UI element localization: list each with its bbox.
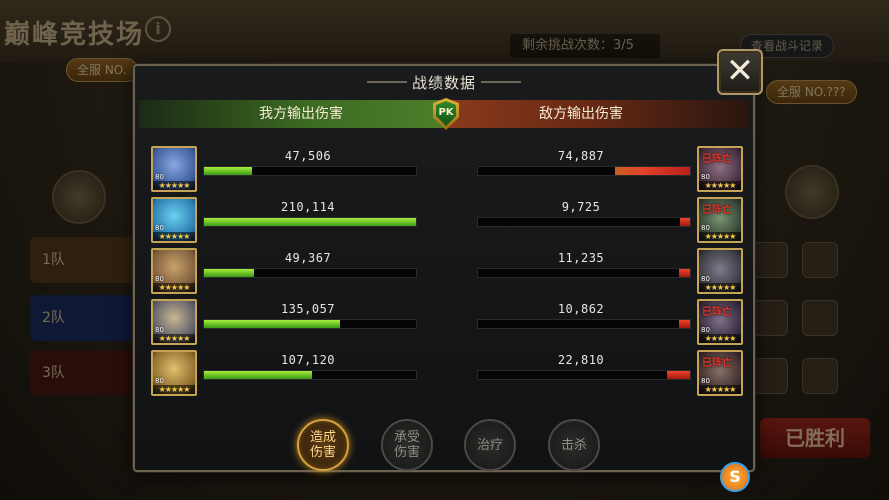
enemy-hero-stars: ★★★★★ bbox=[699, 181, 741, 190]
watermark-logo-icon: S bbox=[720, 462, 750, 492]
tab-label-line1: 治疗 bbox=[476, 437, 503, 453]
close-button[interactable]: ✕ bbox=[717, 49, 763, 95]
ally-hero-level: 80 bbox=[155, 173, 164, 181]
enemy-hero-stars: ★★★★★ bbox=[699, 232, 741, 241]
enemy-hero-portrait[interactable]: 80 ★★★★★ bbox=[697, 248, 743, 294]
enemy-defeated-label: 已阵亡 bbox=[702, 154, 732, 165]
ally-hero-stars: ★★★★★ bbox=[153, 334, 195, 343]
tab-label-line1: 承受 bbox=[393, 430, 420, 445]
tab-label: 承受 伤害 bbox=[394, 430, 420, 460]
tab-label-line1: 击杀 bbox=[560, 437, 587, 453]
enemy-damage-bar bbox=[477, 319, 691, 329]
side-header-bar: 我方输出伤害 敌方输出伤害 PK bbox=[139, 98, 749, 130]
enemy-damage-fill bbox=[666, 371, 690, 379]
enemy-hero-portrait[interactable]: 已阵亡 80 ★★★★★ bbox=[697, 197, 743, 243]
enemy-damage-fill bbox=[678, 269, 690, 277]
damage-row: 80 ★★★★★ 107,120 22,810 已阵亡 80 ★★★★★ bbox=[149, 350, 743, 398]
enemy-damage-value: 10,862 bbox=[557, 302, 605, 316]
ally-damage-value: 210,114 bbox=[280, 200, 336, 214]
ally-hero-level: 80 bbox=[155, 377, 164, 385]
ally-damage-bar bbox=[203, 370, 417, 380]
tab-label-line2: 伤害 bbox=[393, 445, 420, 460]
enemy-hero-portrait[interactable]: 已阵亡 80 ★★★★★ bbox=[697, 350, 743, 396]
enemy-damage-value: 11,235 bbox=[557, 251, 605, 265]
enemy-side-label: 敌方输出伤害 bbox=[539, 106, 623, 122]
panel-header: 战绩数据 bbox=[135, 66, 753, 98]
ally-damage-fill bbox=[204, 320, 341, 328]
our-side-label: 我方输出伤害 bbox=[259, 106, 343, 122]
title-ornament-right bbox=[481, 81, 521, 83]
ally-hero-portrait[interactable]: 80 ★★★★★ bbox=[151, 146, 197, 192]
enemy-damage-bar bbox=[477, 166, 691, 176]
ally-hero-level: 80 bbox=[155, 224, 164, 232]
ally-hero-stars: ★★★★★ bbox=[153, 181, 195, 190]
ally-damage-value: 107,120 bbox=[280, 353, 336, 367]
ally-hero-level: 80 bbox=[155, 326, 164, 334]
enemy-hero-stars: ★★★★★ bbox=[699, 283, 741, 292]
damage-row: 80 ★★★★★ 135,057 10,862 已阵亡 80 ★★★★★ bbox=[149, 299, 743, 347]
panel-title: 战绩数据 bbox=[411, 74, 476, 92]
tab-label: 击杀 bbox=[561, 438, 587, 453]
ally-hero-stars: ★★★★★ bbox=[153, 385, 195, 394]
ally-damage-fill bbox=[204, 218, 416, 226]
ally-damage-bar bbox=[203, 217, 417, 227]
enemy-hero-portrait[interactable]: 已阵亡 80 ★★★★★ bbox=[697, 146, 743, 192]
title-ornament-left bbox=[367, 81, 407, 83]
enemy-defeated-label: 已阵亡 bbox=[702, 205, 732, 216]
tab-healing[interactable]: 治疗 bbox=[464, 419, 516, 471]
enemy-damage-fill bbox=[678, 320, 690, 328]
ally-hero-stars: ★★★★★ bbox=[153, 232, 195, 241]
ally-hero-stars: ★★★★★ bbox=[153, 283, 195, 292]
enemy-damage-bar bbox=[477, 268, 691, 278]
enemy-hero-stars: ★★★★★ bbox=[699, 385, 741, 394]
ally-damage-fill bbox=[204, 371, 313, 379]
tab-label: 造成 伤害 bbox=[310, 430, 336, 460]
damage-row: 80 ★★★★★ 210,114 9,725 已阵亡 80 ★★★★★ bbox=[149, 197, 743, 245]
tab-label-line2: 伤害 bbox=[309, 445, 336, 460]
enemy-damage-fill bbox=[614, 167, 690, 175]
tab-damage-taken[interactable]: 承受 伤害 bbox=[381, 419, 433, 471]
enemy-hero-level: 80 bbox=[701, 377, 710, 385]
ally-damage-value: 135,057 bbox=[280, 302, 336, 316]
ally-hero-portrait[interactable]: 80 ★★★★★ bbox=[151, 197, 197, 243]
enemy-defeated-label: 已阵亡 bbox=[702, 307, 732, 318]
enemy-defeated-label: 已阵亡 bbox=[702, 358, 732, 369]
ally-damage-bar bbox=[203, 319, 417, 329]
damage-row: 80 ★★★★★ 47,506 74,887 已阵亡 80 ★★★★★ bbox=[149, 146, 743, 194]
tab-label: 治疗 bbox=[477, 438, 503, 453]
ally-hero-portrait[interactable]: 80 ★★★★★ bbox=[151, 350, 197, 396]
damage-row: 80 ★★★★★ 49,367 11,235 80 ★★★★★ bbox=[149, 248, 743, 296]
enemy-damage-value: 74,887 bbox=[557, 149, 605, 163]
enemy-damage-fill bbox=[680, 218, 690, 226]
ally-hero-portrait[interactable]: 80 ★★★★★ bbox=[151, 299, 197, 345]
enemy-damage-bar bbox=[477, 217, 691, 227]
tab-damage-dealt[interactable]: 造成 伤害 bbox=[297, 419, 349, 471]
tab-label-line1: 造成 bbox=[309, 430, 336, 445]
ally-hero-portrait[interactable]: 80 ★★★★★ bbox=[151, 248, 197, 294]
ally-damage-bar bbox=[203, 268, 417, 278]
enemy-hero-portrait[interactable]: 已阵亡 80 ★★★★★ bbox=[697, 299, 743, 345]
enemy-hero-level: 80 bbox=[701, 275, 710, 283]
ally-damage-value: 49,367 bbox=[284, 251, 332, 265]
ally-hero-level: 80 bbox=[155, 275, 164, 283]
enemy-damage-bar bbox=[477, 370, 691, 380]
ally-damage-fill bbox=[204, 269, 254, 277]
pk-badge: PK bbox=[436, 101, 456, 126]
enemy-hero-level: 80 bbox=[701, 326, 710, 334]
enemy-damage-value: 22,810 bbox=[557, 353, 605, 367]
battle-stats-panel: 战绩数据 我方输出伤害 敌方输出伤害 PK 80 ★★★★★ 47,506 74… bbox=[133, 64, 755, 472]
tab-kills[interactable]: 击杀 bbox=[548, 419, 600, 471]
enemy-hero-level: 80 bbox=[701, 173, 710, 181]
enemy-damage-value: 9,725 bbox=[561, 200, 601, 214]
enemy-hero-stars: ★★★★★ bbox=[699, 334, 741, 343]
ally-damage-fill bbox=[204, 167, 252, 175]
ally-damage-bar bbox=[203, 166, 417, 176]
ally-damage-value: 47,506 bbox=[284, 149, 332, 163]
enemy-hero-level: 80 bbox=[701, 224, 710, 232]
